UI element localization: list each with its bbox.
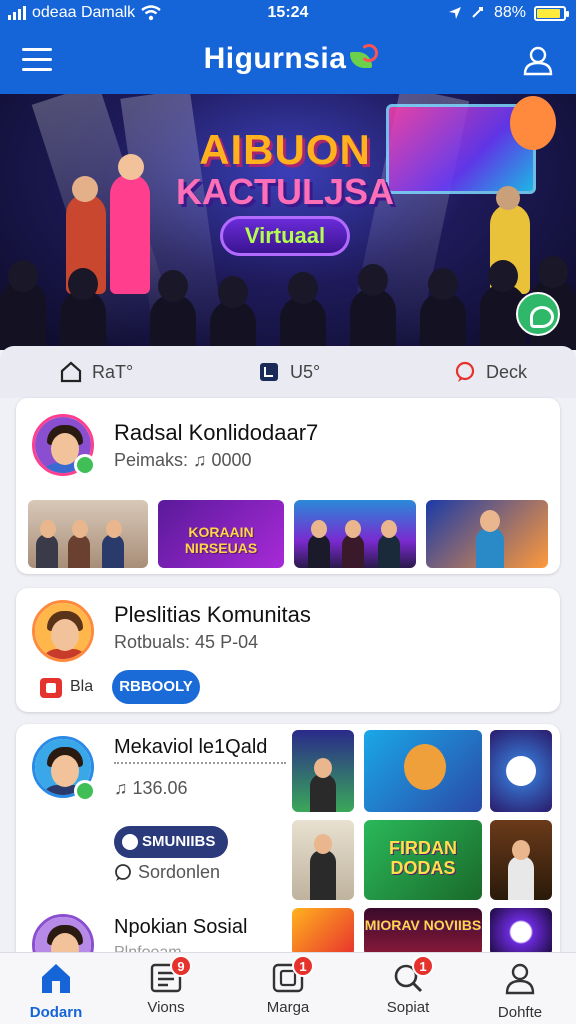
grid-thumbnail[interactable] [292, 820, 354, 900]
grid-thumbnail[interactable] [490, 730, 552, 812]
feed-meta: ♫ 136.06 [114, 778, 188, 798]
tab-library[interactable]: U5° [258, 358, 320, 386]
notification-badge: 1 [292, 955, 314, 977]
speech-bubble-icon [455, 361, 475, 382]
media-thumbnail[interactable] [28, 500, 148, 568]
nav-marga[interactable]: 1 Marga [238, 955, 338, 1016]
app-title: Higurnsia [0, 42, 576, 76]
comment-label[interactable]: Sordonlen [138, 862, 220, 883]
grid-thumbnail[interactable]: FIRDAN DODAS [364, 820, 482, 900]
bottom-nav: Dodarn 9 Vions 1 Marga 1 Sopiat Dohfte [0, 952, 576, 1024]
hero-title: AIBUON KACTULJSA Virtuaal [170, 128, 400, 256]
grid-thumbnail[interactable]: MIORAV NOVIIBS [364, 908, 482, 956]
online-status-icon [74, 780, 96, 802]
profile-meta: Peimaks: ♫ 0000 [114, 450, 252, 470]
profile-card[interactable]: Radsal Konlidodaar7 Peimaks: ♫ 0000 KORA… [16, 398, 560, 574]
grid-thumbnail[interactable] [292, 908, 354, 956]
grid-thumbnail[interactable] [364, 730, 482, 812]
crowd-silhouettes [0, 256, 576, 350]
top-bar: odeaa Damalk 15:24 88% Higurnsia [0, 0, 576, 94]
nav-search[interactable]: 1 Sopiat [358, 955, 458, 1016]
online-status-icon [74, 454, 96, 476]
location-icon [448, 7, 461, 19]
shares-pill[interactable]: SMUNIIBS [114, 826, 228, 858]
user-icon [505, 963, 535, 995]
nav-home[interactable]: Dodarn [6, 961, 106, 1021]
nav-profile[interactable]: Dohfte [470, 961, 570, 1021]
community-card[interactable]: Pleslitias Komunitas Rotbuals: 45 P-04 B… [16, 588, 560, 712]
comment-icon[interactable] [114, 864, 132, 882]
feed-author-name[interactable]: Mekaviol le1Qald [114, 736, 267, 759]
hero-banner[interactable]: AIBUON KACTULJSA Virtuaal [0, 94, 576, 350]
media-thumbnail[interactable] [294, 500, 416, 568]
notification-badge: 9 [170, 955, 192, 977]
home-icon [60, 361, 82, 383]
tag-label: Bla [70, 678, 94, 695]
community-name[interactable]: Pleslitias Komunitas [114, 602, 311, 628]
social-name[interactable]: Npokian Sosial [114, 916, 247, 939]
grid-thumbnail[interactable] [490, 820, 552, 900]
tab-home[interactable]: RaT° [60, 358, 133, 386]
book-icon [260, 363, 278, 381]
chat-bubble-button[interactable] [516, 292, 560, 336]
battery-icon [534, 5, 569, 21]
leaf-logo-icon [350, 44, 379, 69]
avatar[interactable] [32, 600, 94, 662]
profile-name[interactable]: Radsal Konlidodaar7 [114, 420, 318, 446]
social-card[interactable]: Npokian Sosial Plnfoeam [16, 900, 266, 976]
profile-button[interactable] [522, 44, 554, 76]
nav-views[interactable]: 9 Vions [116, 955, 216, 1016]
grid-thumbnail[interactable] [490, 908, 552, 956]
tab-bar: RaT° U5° Deck [0, 346, 576, 398]
tab-deck[interactable]: Deck [454, 358, 527, 386]
ready-button[interactable]: RBBOOLY [112, 670, 200, 704]
battery-percent: 88% [493, 4, 526, 21]
tag-icon [40, 678, 62, 698]
grid-thumbnail[interactable] [292, 730, 354, 812]
rotation-lock-icon [472, 7, 483, 18]
media-thumbnail[interactable]: KORAAIN NIRSEUAS [158, 500, 284, 568]
community-meta: Rotbuals: 45 P-04 [114, 632, 259, 652]
status-bar: odeaa Damalk 15:24 88% [0, 0, 576, 26]
media-thumbnail[interactable] [426, 500, 548, 568]
notification-badge: 1 [412, 955, 434, 977]
home-icon [42, 964, 70, 993]
balloon-decoration [510, 96, 556, 150]
